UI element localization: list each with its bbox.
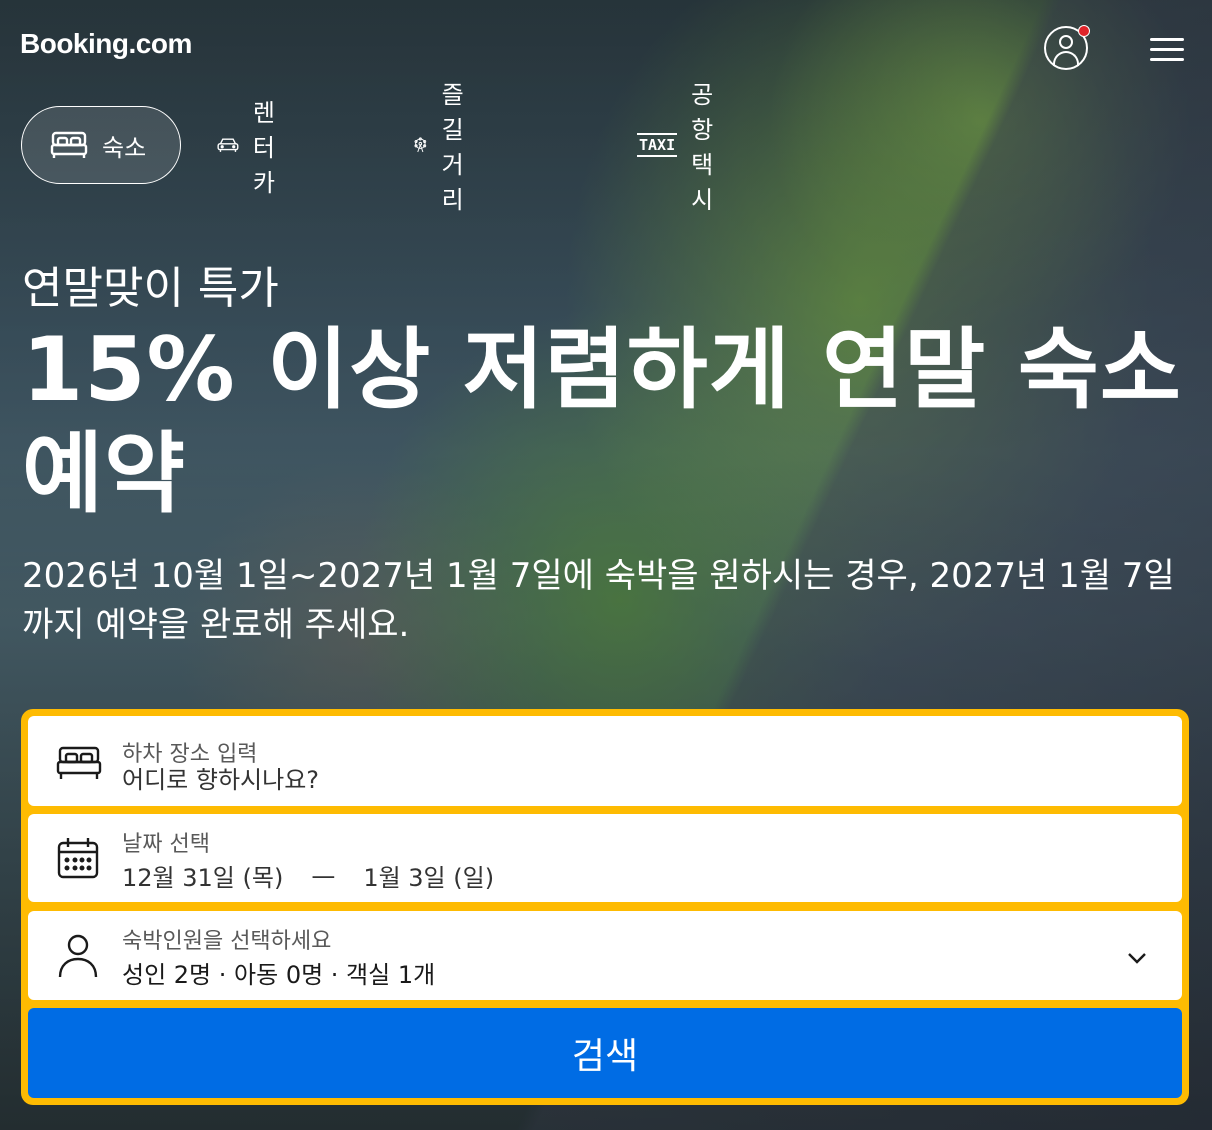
account-button[interactable] xyxy=(1044,25,1090,70)
destination-label: 하차 장소 입력 xyxy=(122,742,258,767)
guests-label: 숙박인원을 선택하세요 xyxy=(122,929,332,954)
dates-label: 날짜 선택 xyxy=(122,832,210,857)
taxi-icon: TAXI xyxy=(637,133,678,157)
bed-icon xyxy=(56,746,102,779)
notification-dot-icon xyxy=(1078,25,1090,37)
checkout-date[interactable]: 1월 3일 (일) xyxy=(363,858,494,893)
tab-label: 렌터카 xyxy=(252,98,275,197)
promo-headline: 15% 이상 저렴하게 연말 숙소 예약 xyxy=(22,318,1182,525)
search-button[interactable]: 검색 xyxy=(28,1008,1182,1098)
tab-stays[interactable]: 숙소 xyxy=(21,106,181,184)
user-icon-head xyxy=(1059,35,1073,49)
guests-value: 성인 2명 · 아동 0명 · 객실 1개 xyxy=(122,961,436,989)
bed-icon xyxy=(50,131,88,158)
hamburger-menu-button[interactable] xyxy=(1150,38,1184,61)
checkin-date[interactable]: 12월 31일 (목) xyxy=(122,858,283,893)
promo-description: 2026년 10월 1일~2027년 1월 7일에 숙박을 원하시는 경우, 2… xyxy=(22,556,1175,645)
date-separator: — xyxy=(311,861,336,890)
chevron-down-icon xyxy=(1128,953,1146,964)
destination-input[interactable] xyxy=(122,766,1122,794)
tab-label: 숙소 xyxy=(102,133,147,162)
menu-line xyxy=(1150,58,1184,61)
tab-label: 공항 택시 xyxy=(691,81,714,214)
dates-field[interactable]: 날짜 선택 12월 31일 (목) — 1월 3일 (일) xyxy=(28,814,1182,902)
menu-line xyxy=(1150,38,1184,41)
destination-field[interactable]: 하차 장소 입력 xyxy=(28,716,1182,806)
calendar-icon xyxy=(57,838,99,879)
booking-logo[interactable]: Booking.com xyxy=(20,28,192,60)
dates-value: 12월 31일 (목) — 1월 3일 (일) xyxy=(122,858,494,893)
car-icon xyxy=(217,138,239,152)
menu-line xyxy=(1150,48,1184,51)
user-icon-body xyxy=(1053,51,1079,66)
tab-car-rental[interactable]: 렌터카 xyxy=(217,99,291,197)
search-box: 하차 장소 입력 날짜 선택 12월 31일 (목) — xyxy=(21,709,1189,1105)
tab-label: 즐길 거리 xyxy=(441,81,464,214)
tab-attractions[interactable]: 즐길 거리 xyxy=(413,81,483,214)
person-icon xyxy=(58,934,98,978)
guests-field[interactable]: 숙박인원을 선택하세요 성인 2명 · 아동 0명 · 객실 1개 xyxy=(28,911,1182,1000)
promo-subtitle: 연말맞이 특가 xyxy=(22,263,279,314)
attractions-icon xyxy=(414,137,427,153)
tab-airport-taxi[interactable]: TAXI 공항 택시 xyxy=(637,81,713,214)
